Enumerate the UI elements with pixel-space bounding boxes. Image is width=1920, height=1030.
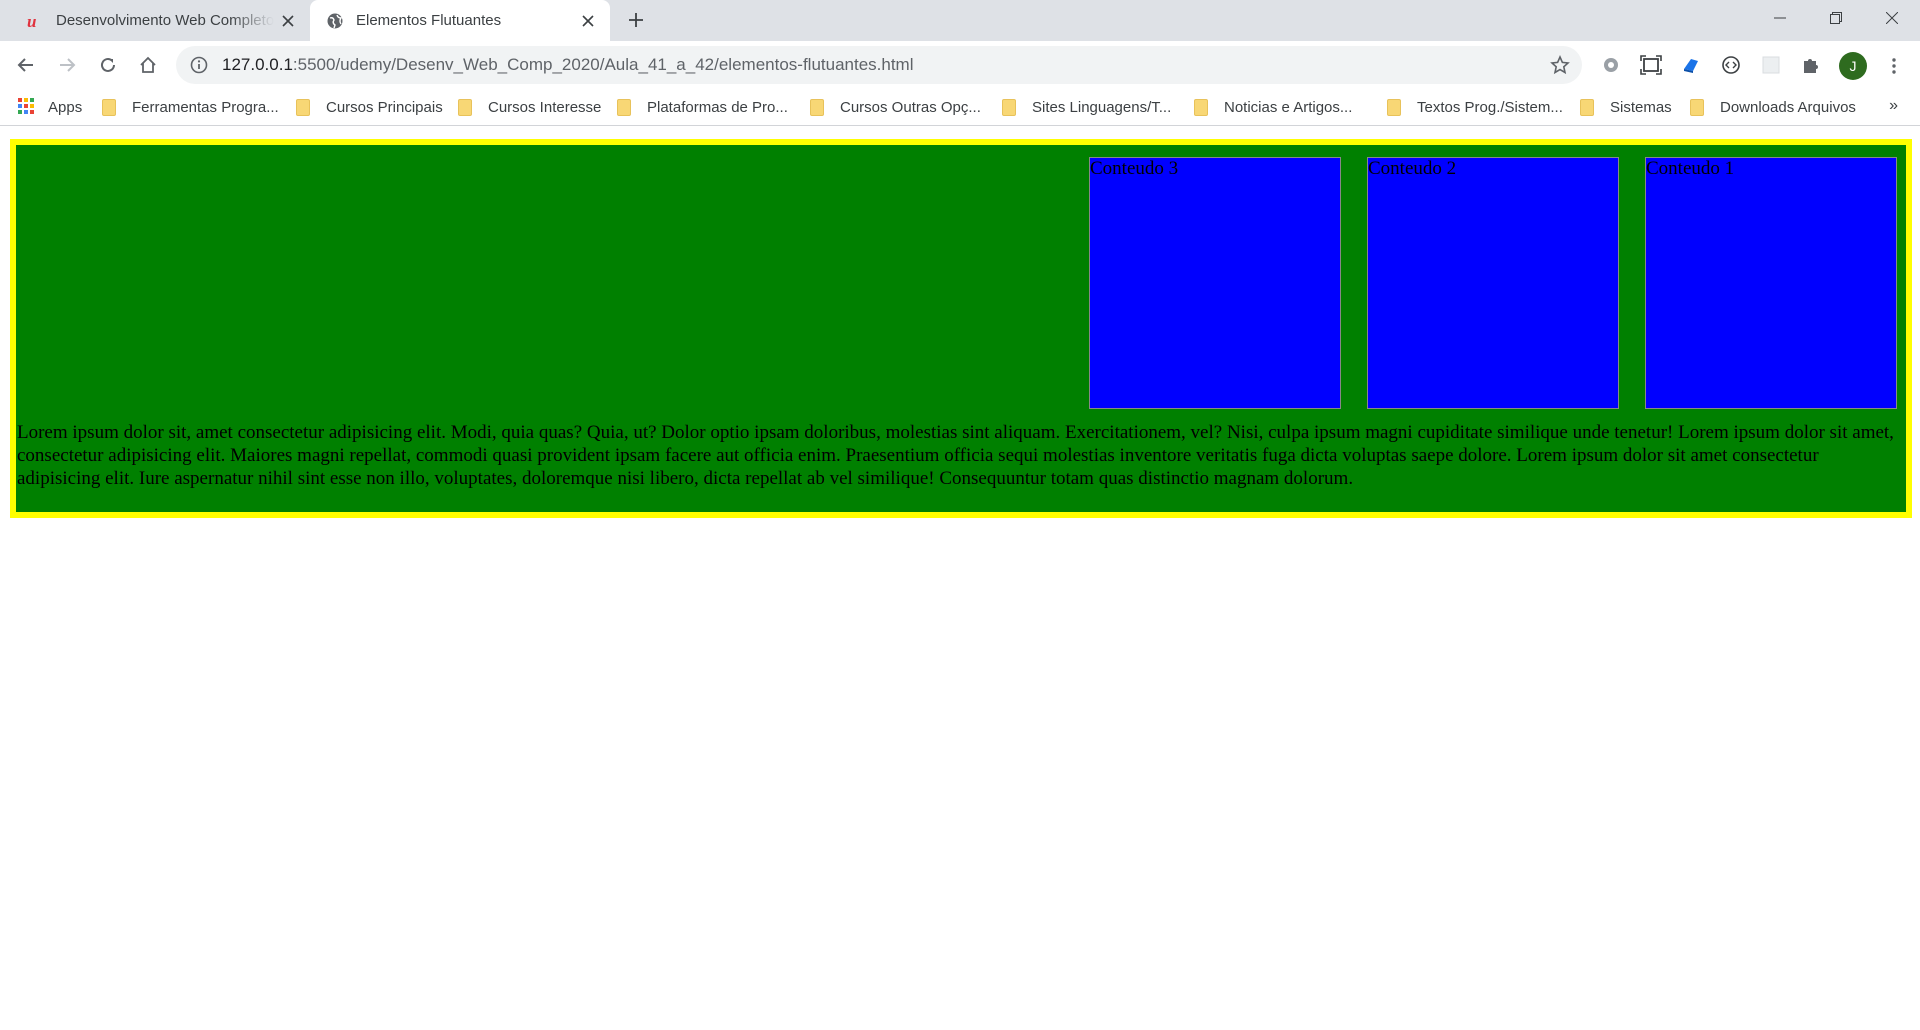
code-extension-icon[interactable]	[1718, 52, 1744, 78]
extension-gear-icon[interactable]	[1598, 52, 1624, 78]
folder-icon	[1194, 98, 1208, 116]
content-box-1: Conteudo 1	[1645, 157, 1897, 409]
apps-grid-icon	[18, 98, 36, 116]
folder-icon	[1387, 98, 1401, 116]
folder-icon	[1690, 98, 1704, 116]
tab-title: Elementos Flutuantes	[356, 12, 502, 29]
forward-icon[interactable]	[51, 49, 83, 81]
bookmark-label: Cursos Interesse	[488, 98, 602, 116]
tab-elementos-flutuantes[interactable]: Elementos Flutuantes	[310, 0, 610, 41]
bookmark-label: Downloads Arquivos	[1720, 98, 1856, 116]
bookmark-star-icon[interactable]	[1548, 53, 1572, 77]
bookmark-label: Sites Linguagens/T...	[1032, 98, 1172, 116]
lorem-paragraph: Lorem ipsum dolor sit, amet consectetur …	[17, 422, 1894, 489]
minimize-button[interactable]	[1752, 0, 1808, 36]
bookmark-label: Sistemas	[1610, 98, 1672, 116]
bookmark-folder[interactable]: Plataformas de Pro...	[617, 97, 788, 117]
content-box-2: Conteudo 2	[1367, 157, 1619, 409]
home-icon[interactable]	[132, 49, 164, 81]
tab-desenvolvimento-web[interactable]: u Desenvolvimento Web Completo	[10, 0, 310, 41]
url-text: 127.0.0.1:5500/udemy/Desenv_Web_Comp_202…	[222, 55, 914, 75]
back-icon[interactable]	[10, 49, 42, 81]
close-tab-icon[interactable]	[274, 7, 302, 35]
bookmark-apps[interactable]: Apps	[18, 97, 82, 117]
float-container: Conteudo 1 Conteudo 2 Conteudo 3 Lorem i…	[10, 139, 1912, 518]
bookmark-folder[interactable]: Cursos Principais	[296, 97, 443, 117]
page-viewport: Conteudo 1 Conteudo 2 Conteudo 3 Lorem i…	[0, 126, 1920, 1030]
address-bar[interactable]: 127.0.0.1:5500/udemy/Desenv_Web_Comp_202…	[176, 46, 1582, 84]
bookmark-folder[interactable]: Textos Prog./Sistem...	[1387, 97, 1563, 117]
new-tab-button[interactable]	[622, 6, 650, 34]
globe-icon	[326, 12, 344, 30]
bookmarks-bar: Apps Ferramentas Progra... Cursos Princi…	[0, 88, 1920, 126]
bookmark-label: Textos Prog./Sistem...	[1417, 98, 1563, 116]
folder-icon	[296, 98, 310, 116]
bookmark-label: Apps	[48, 98, 83, 116]
folder-icon	[458, 98, 472, 116]
more-bookmarks-button[interactable]: »	[1889, 97, 1898, 115]
bookmark-folder[interactable]: Noticias e Artigos...	[1194, 97, 1352, 117]
content-box-3: Conteudo 3	[1089, 157, 1341, 409]
bookmark-label: Noticias e Artigos...	[1224, 98, 1353, 116]
restore-button[interactable]	[1808, 0, 1864, 36]
bookmark-folder[interactable]: Ferramentas Progra...	[102, 97, 279, 117]
reload-icon[interactable]	[92, 49, 124, 81]
folder-icon	[102, 98, 116, 116]
blank-extension-icon[interactable]	[1758, 52, 1784, 78]
bookmark-folder[interactable]: Cursos Interesse	[458, 97, 601, 117]
folder-icon	[1580, 98, 1594, 116]
blue-extension-icon[interactable]	[1678, 52, 1704, 78]
tab-title: Desenvolvimento Web Completo	[56, 12, 274, 29]
extensions-puzzle-icon[interactable]	[1798, 52, 1824, 78]
close-window-button[interactable]	[1864, 0, 1920, 36]
bookmark-folder[interactable]: Downloads Arquivos	[1690, 97, 1856, 117]
bookmark-folder[interactable]: Sites Linguagens/T...	[1002, 97, 1171, 117]
tab-strip: u Desenvolvimento Web Completo Elementos…	[0, 0, 1920, 41]
menu-kebab-icon[interactable]	[1880, 52, 1908, 80]
folder-icon	[1002, 98, 1016, 116]
udemy-icon: u	[26, 12, 44, 30]
url-host: 127.0.0.1	[222, 55, 293, 74]
bookmark-label: Ferramentas Progra...	[132, 98, 279, 116]
bookmark-label: Plataformas de Pro...	[647, 98, 788, 116]
bookmark-folder[interactable]: Sistemas	[1580, 97, 1672, 117]
url-path: :5500/udemy/Desenv_Web_Comp_2020/Aula_41…	[292, 55, 914, 74]
site-info-icon[interactable]	[188, 54, 210, 76]
folder-icon	[810, 98, 824, 116]
close-tab-icon[interactable]	[574, 7, 602, 35]
bookmark-label: Cursos Principais	[326, 98, 443, 116]
svg-text:u: u	[27, 12, 36, 30]
profile-avatar[interactable]: J	[1839, 52, 1867, 80]
bookmark-label: Cursos Outras Opç...	[840, 98, 981, 116]
bookmark-folder[interactable]: Cursos Outras Opç...	[810, 97, 981, 117]
folder-icon	[617, 98, 631, 116]
browser-toolbar: 127.0.0.1:5500/udemy/Desenv_Web_Comp_202…	[0, 41, 1920, 88]
screenshot-extension-icon[interactable]	[1638, 52, 1664, 78]
